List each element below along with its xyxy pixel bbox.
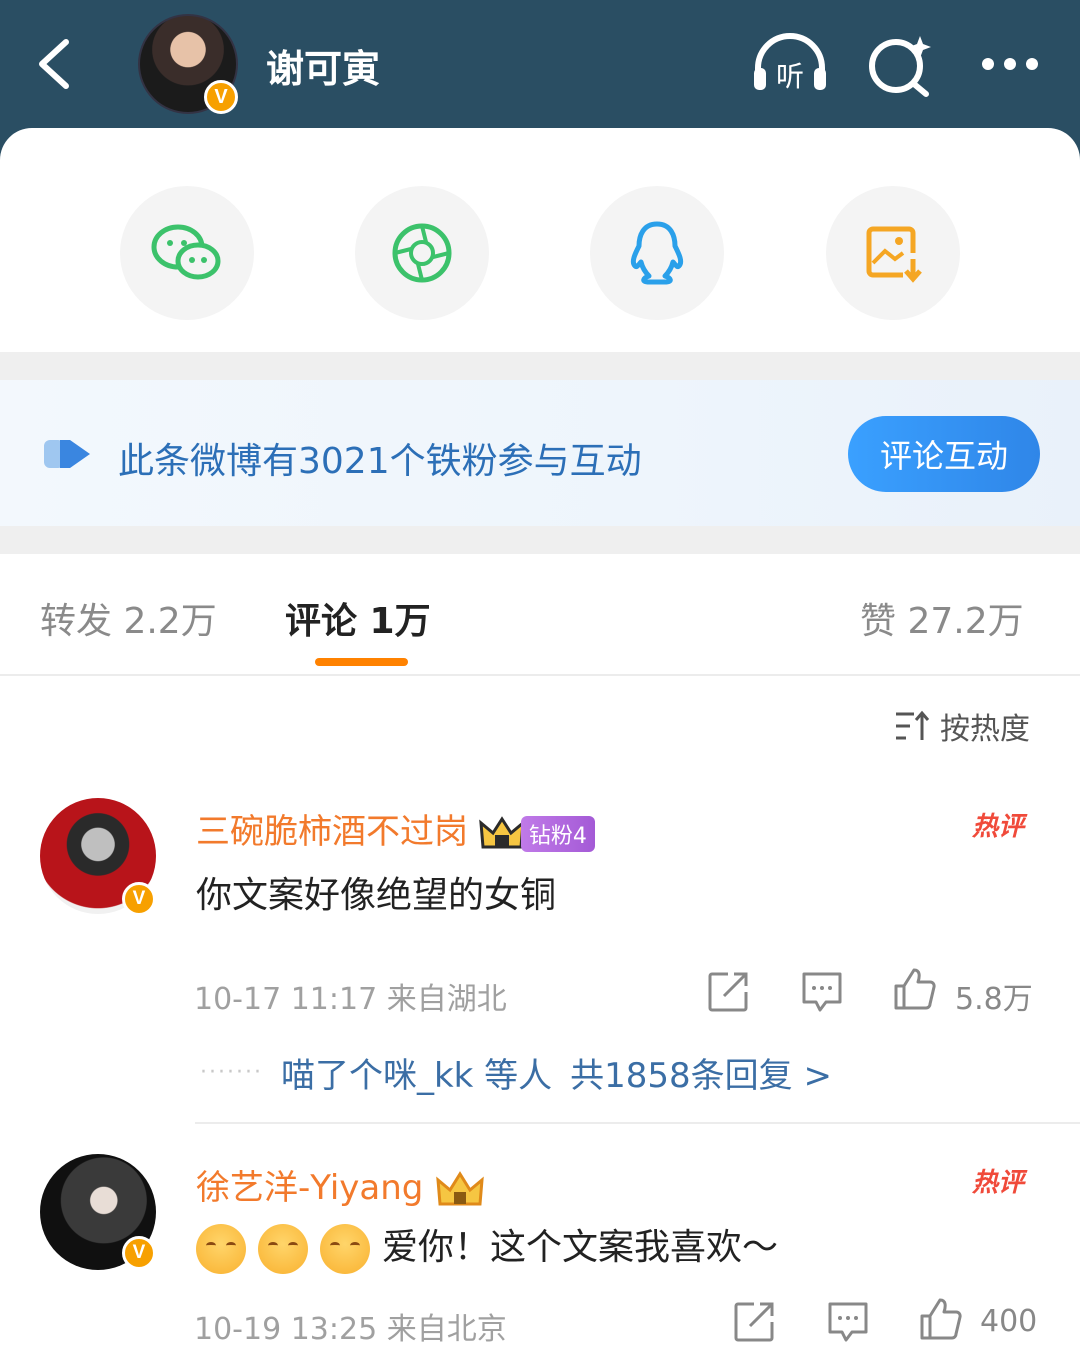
comment-text: 爱你！这个文案我喜欢～ [382, 1227, 779, 1268]
reply-users: 喵了个咪_kk 等人 [280, 1056, 553, 1096]
qq-icon [630, 221, 684, 285]
verified-badge: V [204, 80, 238, 114]
like-count: 5.8万 [955, 982, 1033, 1017]
page-title: 谢可寅 [266, 47, 381, 91]
crown-icon [479, 815, 525, 848]
hot-comment-badge: 热评 [972, 1168, 1025, 1198]
commenter-name[interactable]: 三碗脆柿酒不过岗 钻粉4 [196, 804, 595, 853]
wechat-icon [151, 224, 221, 280]
comment-interact-button[interactable]: 评论互动 [848, 416, 1040, 492]
share-wechat-button[interactable] [120, 186, 254, 320]
sort-by-hot-button[interactable]: 按热度 [894, 704, 1030, 748]
commenter-name-text: 三碗脆柿酒不过岗 [196, 812, 468, 852]
tab-repost[interactable]: 转发 2.2万 [40, 592, 217, 644]
section-separator [0, 526, 1080, 554]
commenter-name[interactable]: 徐艺洋-Yiyang [196, 1160, 486, 1210]
hot-comment-badge: 热评 [972, 812, 1025, 842]
profile-avatar[interactable]: V [138, 14, 238, 114]
repost-icon[interactable] [706, 970, 750, 1014]
crown-icon [436, 1170, 484, 1205]
search-icon[interactable] [862, 30, 942, 100]
back-icon[interactable] [28, 34, 88, 94]
commenter-name-text: 徐艺洋-Yiyang [196, 1168, 424, 1208]
like-count: 400 [980, 1304, 1038, 1339]
fan-banner-text: 此条微博有3021个铁粉参与互动 [118, 441, 642, 482]
moments-icon [392, 223, 452, 283]
comment-text: 你文案好像绝望的女铜 [196, 875, 557, 916]
share-moments-button[interactable] [355, 186, 489, 320]
section-separator [0, 352, 1080, 380]
comment-text-row: 爱你！这个文案我喜欢～ [196, 1218, 778, 1274]
fan-play-icon [44, 440, 90, 468]
tab-active-indicator [315, 658, 408, 666]
verified-badge: V [122, 1236, 156, 1270]
sort-label: 按热度 [940, 712, 1030, 747]
comment-time: 10-17 11:17 [194, 982, 378, 1017]
smile-emoji-icon [196, 1224, 246, 1274]
more-icon[interactable] [974, 30, 1054, 100]
smile-emoji-icon [320, 1224, 370, 1274]
like-icon[interactable] [892, 966, 936, 1010]
comment-icon[interactable] [826, 1300, 870, 1344]
tab-like[interactable]: 赞 27.2万 [860, 592, 1024, 644]
smile-emoji-icon [258, 1224, 308, 1274]
reply-dots: ······· [200, 1060, 263, 1085]
comment-time: 10-19 13:25 [194, 1312, 378, 1347]
save-image-icon [866, 226, 922, 283]
listen-label: 听 [776, 60, 804, 93]
repost-icon[interactable] [732, 1300, 776, 1344]
verified-badge: V [122, 882, 156, 916]
comment-meta: 10-17 11:17 来自湖北 [194, 974, 507, 1018]
like-icon[interactable] [918, 1296, 962, 1340]
reply-count: 共1858条回复 > [570, 1056, 832, 1096]
save-image-button[interactable] [826, 186, 960, 320]
comment-location: 来自北京 [386, 1312, 507, 1347]
comment-meta: 10-19 13:25 来自北京 [194, 1304, 507, 1348]
sort-icon [896, 710, 930, 740]
tab-comment[interactable]: 评论 1万 [285, 592, 431, 644]
reply-summary-link[interactable]: ······· 喵了个咪_kk 等人 共1858条回复 > [200, 1048, 832, 1097]
comment-icon[interactable] [800, 970, 844, 1014]
tab-bar: 转发 2.2万 评论 1万 赞 27.2万 [0, 554, 1080, 676]
comment-location: 来自湖北 [386, 982, 507, 1017]
share-row [0, 186, 1080, 320]
comment-divider [195, 1122, 1080, 1124]
listen-icon[interactable]: 听 [750, 30, 830, 100]
share-qq-button[interactable] [590, 186, 724, 320]
fan-level-badge: 钻粉4 [520, 815, 595, 852]
